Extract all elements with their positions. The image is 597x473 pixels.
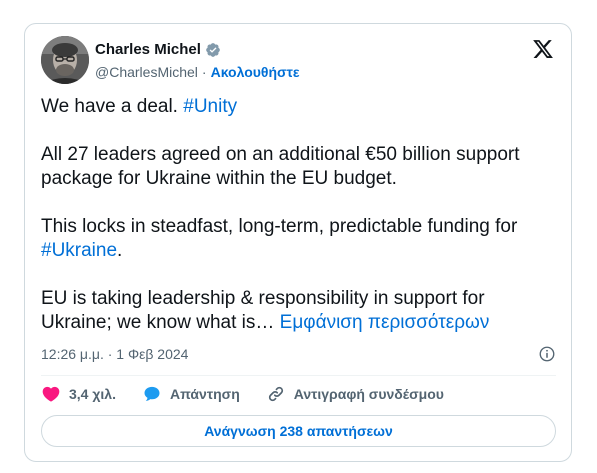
- like-action[interactable]: 3,4 χιλ.: [41, 384, 116, 404]
- reply-bubble-icon: [144, 386, 160, 401]
- tweet-card: Charles Michel @CharlesMichel · Ακολουθή…: [24, 23, 572, 462]
- x-logo-icon[interactable]: [532, 38, 554, 60]
- hashtag-unity[interactable]: #Unity: [183, 96, 237, 117]
- handle-separator: ·: [201, 64, 207, 80]
- avatar[interactable]: [41, 36, 89, 84]
- actions-bar: 3,4 χιλ. Απάντηση Αντιγραφή συνδέσμου: [41, 384, 470, 404]
- link-icon: [268, 386, 283, 402]
- info-icon[interactable]: [538, 345, 556, 363]
- tweet-meta: 12:26 μ.μ. · 1 Φεβ 2024: [41, 345, 556, 363]
- tweet-paragraph-4: EU is taking leadership & responsibility…: [41, 287, 556, 335]
- heart-icon: [42, 386, 60, 402]
- handle-row: @CharlesMichel · Ακολουθήστε: [95, 64, 300, 80]
- tweet-text-span: This locks in steadfast, long-term, pred…: [41, 216, 518, 237]
- like-count: 3,4 χιλ.: [69, 386, 116, 402]
- tweet-text-span: .: [117, 240, 123, 261]
- author-name-row: Charles Michel: [95, 41, 221, 58]
- reply-label: Απάντηση: [169, 386, 240, 402]
- tweet-paragraph-3: This locks in steadfast, long-term, pred…: [41, 215, 556, 263]
- author-name[interactable]: Charles Michel: [95, 41, 201, 58]
- copy-link-label: Αντιγραφή συνδέσμου: [293, 386, 444, 402]
- tweet-text: We have a deal. #Unity All 27 leaders ag…: [41, 95, 556, 335]
- verified-badge-icon: [205, 42, 221, 58]
- read-replies-button[interactable]: Ανάγνωση 238 απαντήσεων: [41, 415, 556, 447]
- hashtag-ukraine[interactable]: #Ukraine: [41, 240, 117, 261]
- timestamp[interactable]: 12:26 μ.μ. · 1 Φεβ 2024: [41, 346, 188, 362]
- reply-action[interactable]: Απάντηση: [142, 384, 240, 404]
- copy-link-action[interactable]: Αντιγραφή συνδέσμου: [266, 384, 444, 404]
- tweet-text-span: We have a deal.: [41, 96, 178, 117]
- divider: [41, 375, 556, 376]
- show-more-link[interactable]: Εμφάνιση περισσότερων: [280, 312, 490, 333]
- tweet-paragraph-1: We have a deal. #Unity: [41, 95, 556, 119]
- follow-link[interactable]: Ακολουθήστε: [211, 64, 300, 80]
- author-handle[interactable]: @CharlesMichel: [95, 64, 198, 80]
- tweet-paragraph-2: All 27 leaders agreed on an additional €…: [41, 144, 520, 189]
